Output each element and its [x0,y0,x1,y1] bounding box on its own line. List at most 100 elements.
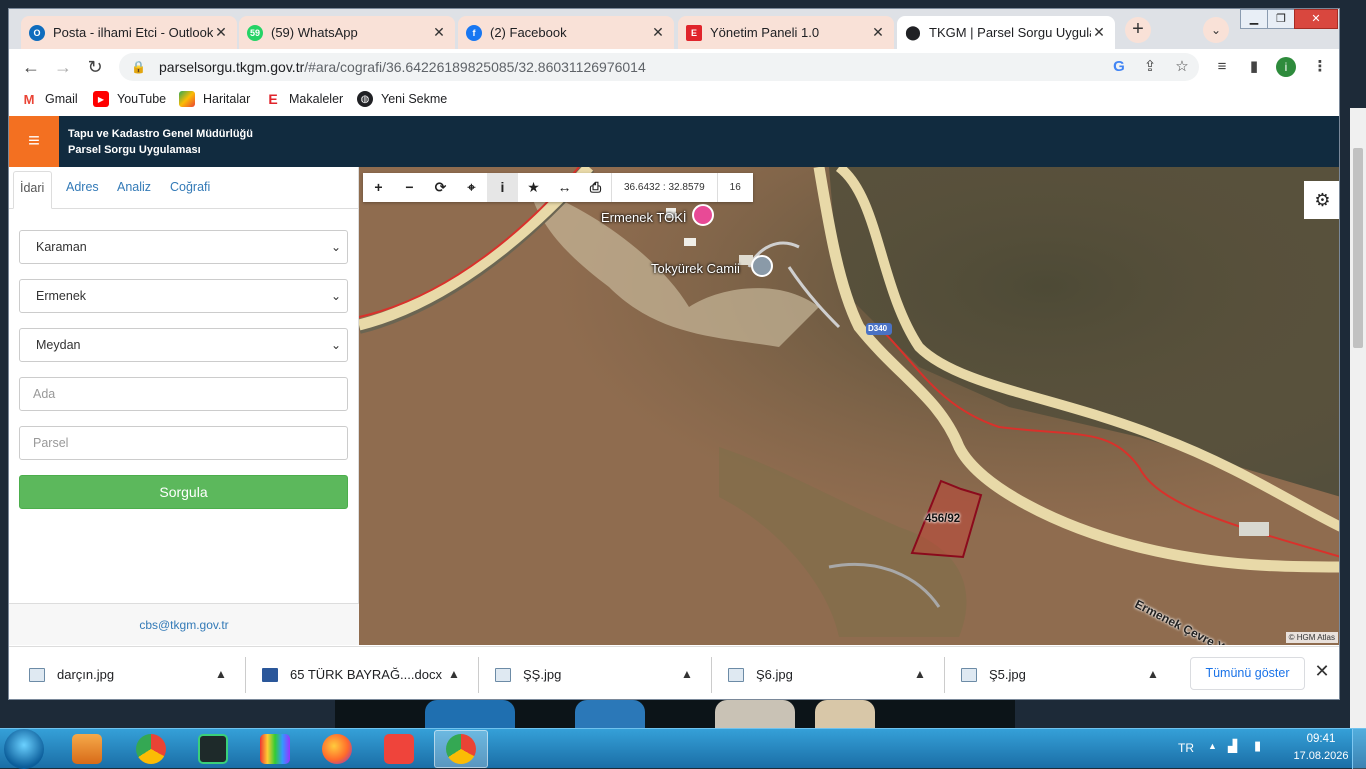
browser-window: O Posta - ilhami Etci - Outlook ✕ 59 (59… [8,8,1340,700]
signal-icon[interactable]: ▟ [1228,739,1237,753]
show-all-downloads-button[interactable]: Tümünü göster [1190,657,1305,690]
chevron-up-icon[interactable]: ▲ [215,667,227,681]
start-button[interactable] [4,729,44,769]
new-tab-button[interactable]: + [1125,17,1151,43]
forward-button[interactable]: → [51,55,75,79]
chrome-menu-icon[interactable]: ⋮ [1310,57,1330,77]
show-desktop-button[interactable] [1352,729,1366,769]
crosshair-icon[interactable]: ⌖ [456,173,487,202]
page-scrollbar[interactable] [1350,108,1366,728]
chevron-up-icon[interactable]: ▲ [448,667,460,681]
divider [245,657,246,693]
map-view[interactable]: Ermenek TOKİ Tokyürek Camii D340 456/92 … [359,167,1339,645]
gear-icon[interactable]: ⚙ [1304,181,1339,219]
toki-marker-icon[interactable] [692,204,714,226]
side-panel-icon[interactable]: ▮ [1244,57,1264,77]
menu-toggle-button[interactable]: ≡ [9,116,59,167]
bookmark-label: Gmail [45,92,78,106]
download-item[interactable]: darçın.jpg ▲ [29,647,244,699]
print-icon[interactable]: ⎙ [580,173,611,202]
language-indicator[interactable]: TR [1178,741,1194,755]
tab-analiz[interactable]: Analiz [117,180,151,194]
download-item[interactable]: 65 TÜRK BAYRAĞ....docx ▲ [262,647,477,699]
desktop-photo-figure [715,700,795,728]
share-icon[interactable]: ⇪ [1140,57,1160,77]
back-button[interactable]: ← [19,55,43,79]
download-item[interactable]: ŞŞ.jpg ▲ [495,647,710,699]
tab-title: TKGM | Parsel Sorgu Uygulam [929,25,1091,40]
close-tab-icon[interactable]: ✕ [213,24,229,41]
close-tab-icon[interactable]: ✕ [870,24,886,41]
bookmark-label: Makaleler [289,92,344,106]
building [1239,522,1269,536]
clock-time[interactable]: 09:41 [1286,733,1356,745]
star-icon[interactable]: ★ [518,173,549,202]
app-name: Parsel Sorgu Uygulaması [68,144,201,156]
chevron-up-icon[interactable]: ▲ [681,667,693,681]
tray-expand-icon[interactable]: ▲ [1208,741,1217,751]
zoom-out-icon[interactable]: − [394,173,425,202]
bookmark-gmail[interactable]: M Gmail [21,91,78,107]
tab-adres[interactable]: Adres [66,180,99,194]
tab-yonetim[interactable]: E Yönetim Paneli 1.0 ✕ [678,16,894,49]
reload-button[interactable]: ↻ [83,55,107,79]
query-tabs: İdari Adres Analiz Coğrafi [9,167,359,209]
close-window-button[interactable]: ✕ [1294,9,1338,29]
map-attribution: © HGM Atlas [1285,632,1338,643]
tab-outlook[interactable]: O Posta - ilhami Etci - Outlook ✕ [21,16,237,49]
bookmark-star-icon[interactable]: ☆ [1172,57,1192,77]
close-tab-icon[interactable]: ✕ [1091,24,1107,41]
map-toolbar: + − ⟳ ⌖ i ★ ↔ ⎙ 36.6432 : 32.8579 16 [363,173,753,202]
profile-avatar[interactable]: i [1276,57,1296,77]
clock-date[interactable]: 17.08.2026 [1286,750,1356,762]
province-select[interactable]: Karaman ⌄ [19,230,348,264]
tab-tkgm[interactable]: ⬤ TKGM | Parsel Sorgu Uygulam ✕ [897,16,1115,49]
zoom-in-icon[interactable]: + [363,173,394,202]
close-tab-icon[interactable]: ✕ [650,24,666,41]
taskbar-chrome-profile[interactable] [434,730,488,768]
bookmark-yeni-sekme[interactable]: ◍ Yeni Sekme [357,91,447,107]
measure-icon[interactable]: ↔ [549,173,580,202]
parcel-label: 456/92 [925,513,961,525]
chevron-up-icon[interactable]: ▲ [914,667,926,681]
bookmark-haritalar[interactable]: Haritalar [179,91,250,107]
maximize-button[interactable]: ❐ [1267,9,1295,29]
refresh-icon[interactable]: ⟳ [425,173,456,202]
tab-search-button[interactable]: ⌄ [1203,17,1229,43]
parsel-input[interactable]: Parsel [19,426,348,460]
info-icon[interactable]: i [487,173,518,202]
taskbar-media-player[interactable] [60,730,114,768]
tab-facebook[interactable]: f (2) Facebook ✕ [458,16,674,49]
url-path: /#ara/cografi/36.64226189825085/32.86031… [304,59,646,75]
tab-idari[interactable]: İdari [13,171,53,209]
bookmark-youtube[interactable]: ▶ YouTube [93,91,166,107]
taskbar-app[interactable] [186,730,240,768]
close-icon[interactable]: ✕ [1312,661,1332,685]
download-item[interactable]: Ş5.jpg ▲ [961,647,1176,699]
ada-input[interactable]: Ada [19,377,348,411]
address-bar[interactable]: 🔒 parselsorgu.tkgm.gov.tr/#ara/cografi/3… [119,53,1199,81]
mosque-marker-icon[interactable] [751,255,773,277]
close-tab-icon[interactable]: ✕ [431,24,447,41]
google-lens-icon[interactable]: G [1109,57,1129,77]
taskbar-photo-app[interactable] [248,730,302,768]
tab-whatsapp[interactable]: 59 (59) WhatsApp ✕ [239,16,455,49]
battery-icon[interactable]: ▮ [1254,738,1261,754]
download-filename: Ş5.jpg [989,667,1026,682]
download-item[interactable]: Ş6.jpg ▲ [728,647,943,699]
taskbar-anydesk[interactable] [372,730,426,768]
image-file-icon [728,667,744,682]
bookmark-makaleler[interactable]: E Makaleler [265,91,343,107]
minimize-button[interactable]: ▁ [1240,9,1268,29]
media-controls-icon[interactable]: ≡ [1212,57,1232,77]
divider [711,657,712,693]
contact-email-link[interactable]: cbs@tkgm.gov.tr [9,603,359,645]
taskbar-chrome[interactable] [124,730,178,768]
query-button[interactable]: Sorgula [19,475,348,509]
neighborhood-select[interactable]: Meydan ⌄ [19,328,348,362]
district-select[interactable]: Ermenek ⌄ [19,279,348,313]
chevron-up-icon[interactable]: ▲ [1147,667,1159,681]
taskbar-firefox[interactable] [310,730,364,768]
scrollbar-thumb[interactable] [1353,148,1363,348]
tab-cografi[interactable]: Coğrafi [170,180,210,194]
